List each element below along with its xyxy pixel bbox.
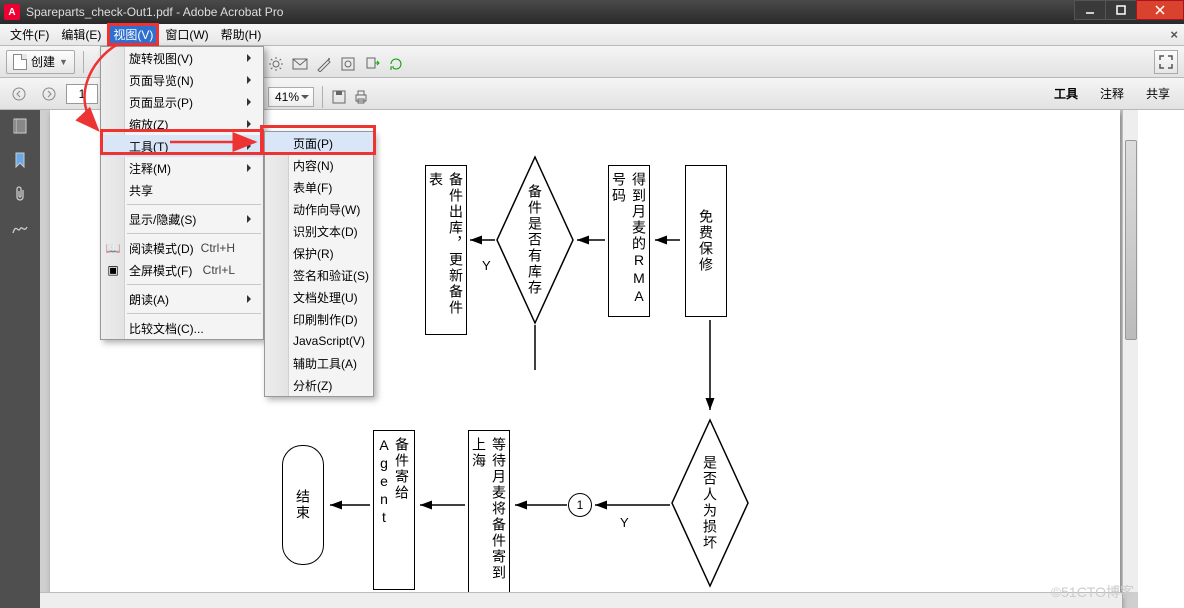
diamond-human-label: 是否人为损坏 [670,418,750,588]
page-icon [13,54,27,70]
mi-display[interactable]: 页面显示(P) [101,91,263,113]
mi-readmode[interactable]: 📖阅读模式(D)Ctrl+H [101,237,263,259]
diamond-stock-label: 备件是否有库存 [495,155,575,325]
minimize-button[interactable] [1074,0,1106,20]
mi-zoom[interactable]: 缩放(Z) [101,113,263,135]
smi-forms[interactable]: 表单(F) [265,176,373,198]
titlebar: A Spareparts_check-Out1.pdf - Adobe Acro… [0,0,1184,24]
nav-pane [0,110,40,608]
zoom-value: 41% [275,90,299,104]
smi-action[interactable]: 动作向导(W) [265,198,373,220]
mi-nav[interactable]: 页面导览(N) [101,69,263,91]
mi-showhide[interactable]: 显示/隐藏(S) [101,208,263,230]
watermark: ©51CTO博客 [1051,582,1134,602]
mi-readaloud[interactable]: 朗读(A) [101,288,263,310]
mi-tools[interactable]: 工具(T) [101,135,263,157]
create-label: 创建 [31,53,55,70]
next-page-button[interactable] [36,82,62,106]
share-link[interactable]: 共享 [1146,85,1170,102]
tools-submenu: 页面(P) 内容(N) 表单(F) 动作向导(W) 识别文本(D) 保护(R) … [264,131,374,397]
smi-sign[interactable]: 签名和验证(S) [265,264,373,286]
smi-print[interactable]: 印刷制作(D) [265,308,373,330]
mi-share[interactable]: 共享 [101,179,263,201]
gear-icon[interactable] [268,56,284,72]
comment-link[interactable]: 注释 [1100,85,1124,102]
smi-js[interactable]: JavaScript(V) [265,330,373,352]
scrollbar-thumb[interactable] [1125,140,1137,340]
page-number-input[interactable] [66,84,98,104]
box-rma: 得到月麦的RMA号码 [608,165,650,317]
app-icon: A [4,4,20,20]
box-free-repair: 免费保修 [685,165,727,317]
smi-protect[interactable]: 保护(R) [265,242,373,264]
view-menu-dropdown: 旋转视图(V) 页面导览(N) 页面显示(P) 缩放(Z) 工具(T) 注释(M… [100,46,264,340]
save-icon[interactable] [331,89,347,105]
diamond-stock: 备件是否有库存 [495,155,575,325]
window-title: Spareparts_check-Out1.pdf - Adobe Acroba… [26,5,1180,19]
mail-icon[interactable] [292,56,308,72]
maximize-button[interactable] [1105,0,1137,20]
mi-comment[interactable]: 注释(M) [101,157,263,179]
smi-aux[interactable]: 辅助工具(A) [265,352,373,374]
bookmarks-icon[interactable] [10,150,30,170]
zoom-combo[interactable]: 41% [268,87,314,107]
signatures-icon[interactable] [10,218,30,238]
smi-content[interactable]: 内容(N) [265,154,373,176]
window-buttons [1075,0,1184,20]
connector-circle: 1 [568,493,592,517]
toolbar-icons-row [268,56,404,72]
refresh-icon[interactable] [388,56,404,72]
smi-docproc[interactable]: 文档处理(U) [265,286,373,308]
readmode-icon: 📖 [105,240,121,256]
box-agent: 备件寄给Agent [373,430,415,590]
tools-link[interactable]: 工具 [1054,85,1078,102]
box-end: 结束 [282,445,324,565]
menu-view[interactable]: 视图(V) [107,23,159,46]
smi-ocr[interactable]: 识别文本(D) [265,220,373,242]
menu-file[interactable]: 文件(F) [4,24,55,45]
doc-close-icon[interactable]: × [1170,27,1178,42]
box-wait: 等待月麦将备件寄到上海 [468,430,510,600]
y-label-2: Y [620,515,629,530]
create-button[interactable]: 创建 ▼ [6,50,75,74]
close-button[interactable] [1136,0,1184,20]
mi-fullscreen[interactable]: ▣全屏模式(F)Ctrl+L [101,259,263,281]
fullscreen-icon: ▣ [105,262,121,278]
smi-analyze[interactable]: 分析(Z) [265,374,373,396]
mi-rotate[interactable]: 旋转视图(V) [101,47,263,69]
prev-page-button[interactable] [6,82,32,106]
print-icon[interactable] [353,89,369,105]
menu-edit[interactable]: 编辑(E) [55,24,107,45]
expand-button[interactable] [1154,50,1178,74]
wizard-icon[interactable] [316,56,332,72]
menu-window[interactable]: 窗口(W) [159,24,214,45]
stamp-icon[interactable] [340,56,356,72]
export-icon[interactable] [364,56,380,72]
diamond-human: 是否人为损坏 [670,418,750,588]
mi-compare[interactable]: 比较文档(C)... [101,317,263,339]
smi-page[interactable]: 页面(P) [265,132,373,154]
thumbnails-icon[interactable] [10,116,30,136]
box-outstock: 备件出库，更新备件表 [425,165,467,335]
horizontal-scrollbar[interactable] [40,592,1122,608]
menu-help[interactable]: 帮助(H) [215,24,268,45]
attachments-icon[interactable] [10,184,30,204]
vertical-scrollbar[interactable] [1122,110,1138,592]
toolbar-icons-row-2: 41% [268,86,369,108]
menubar: 文件(F) 编辑(E) 视图(V) 窗口(W) 帮助(H) × [0,24,1184,46]
y-label-1: Y [482,258,491,273]
